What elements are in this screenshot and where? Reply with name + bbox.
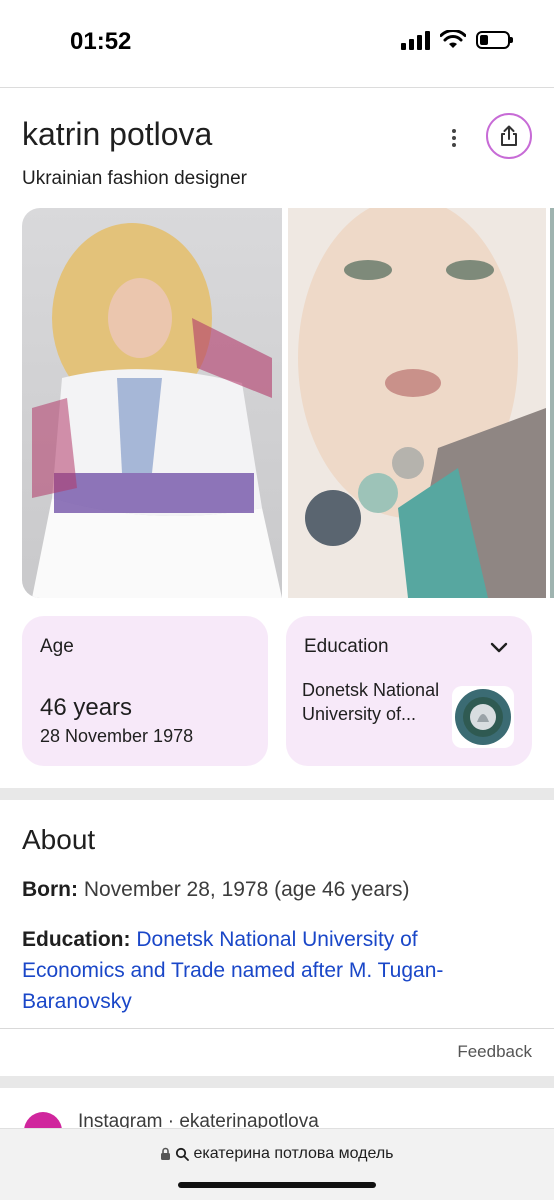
age-label: Age — [40, 636, 74, 657]
battery-level — [480, 35, 488, 45]
share-icon — [501, 125, 517, 146]
entity-title: katrin potlova — [22, 116, 213, 152]
search-result-instagram[interactable]: Instagram · ekaterinapotlova — [0, 1088, 554, 1128]
address-query[interactable]: екатерина потлова модель — [193, 1145, 393, 1163]
home-indicator[interactable] — [178, 1182, 376, 1188]
photo-portrait-closeup[interactable] — [288, 208, 546, 598]
cellular-signal-icon — [401, 30, 430, 50]
photo-illustration — [288, 208, 546, 598]
education-label: Education — [304, 636, 389, 657]
more-options-button[interactable] — [440, 122, 468, 154]
born-label: Born: — [22, 878, 78, 901]
search-icon — [176, 1147, 190, 1161]
status-icons — [401, 30, 513, 50]
instagram-icon — [24, 1112, 62, 1128]
status-bar: 01:52 — [0, 0, 554, 88]
entity-subtitle: Ukrainian fashion designer — [22, 168, 247, 189]
photo-illustration — [32, 223, 282, 598]
status-time: 01:52 — [70, 28, 132, 55]
birth-date: 28 November 1978 — [40, 726, 194, 746]
section-divider — [0, 1076, 554, 1088]
feedback-link[interactable]: Feedback — [457, 1042, 532, 1062]
education-value: Donetsk National University of... — [302, 680, 440, 724]
chevron-down-icon[interactable] — [488, 636, 510, 658]
feedback-divider — [0, 1028, 554, 1029]
result-source[interactable]: Instagram · ekaterinapotlova — [78, 1111, 319, 1128]
about-heading: About — [22, 824, 96, 855]
university-logo — [452, 686, 514, 748]
share-button[interactable] — [486, 113, 532, 159]
born-row: Born: November 28, 1978 (age 46 years) — [22, 874, 522, 905]
photo-partial[interactable] — [550, 208, 554, 598]
education-row: Education: Donetsk National University o… — [22, 924, 522, 1017]
wifi-icon — [440, 30, 466, 48]
education-card[interactable]: Education Donetsk National University of… — [286, 616, 532, 766]
education-row-label: Education: — [22, 928, 131, 951]
address-content[interactable]: екатерина потлова модель — [0, 1145, 554, 1163]
age-value: 46 years — [40, 694, 133, 721]
photo-embroidered-dress[interactable] — [22, 208, 282, 598]
section-divider — [0, 788, 554, 800]
born-value: November 28, 1978 (age 46 years) — [78, 878, 410, 901]
more-vert-icon — [452, 129, 456, 133]
age-card[interactable]: Age 46 years 28 November 1978 — [22, 616, 268, 766]
lock-icon — [161, 1147, 171, 1160]
address-bar[interactable]: екатерина потлова модель — [0, 1128, 554, 1200]
battery-icon — [476, 31, 513, 49]
